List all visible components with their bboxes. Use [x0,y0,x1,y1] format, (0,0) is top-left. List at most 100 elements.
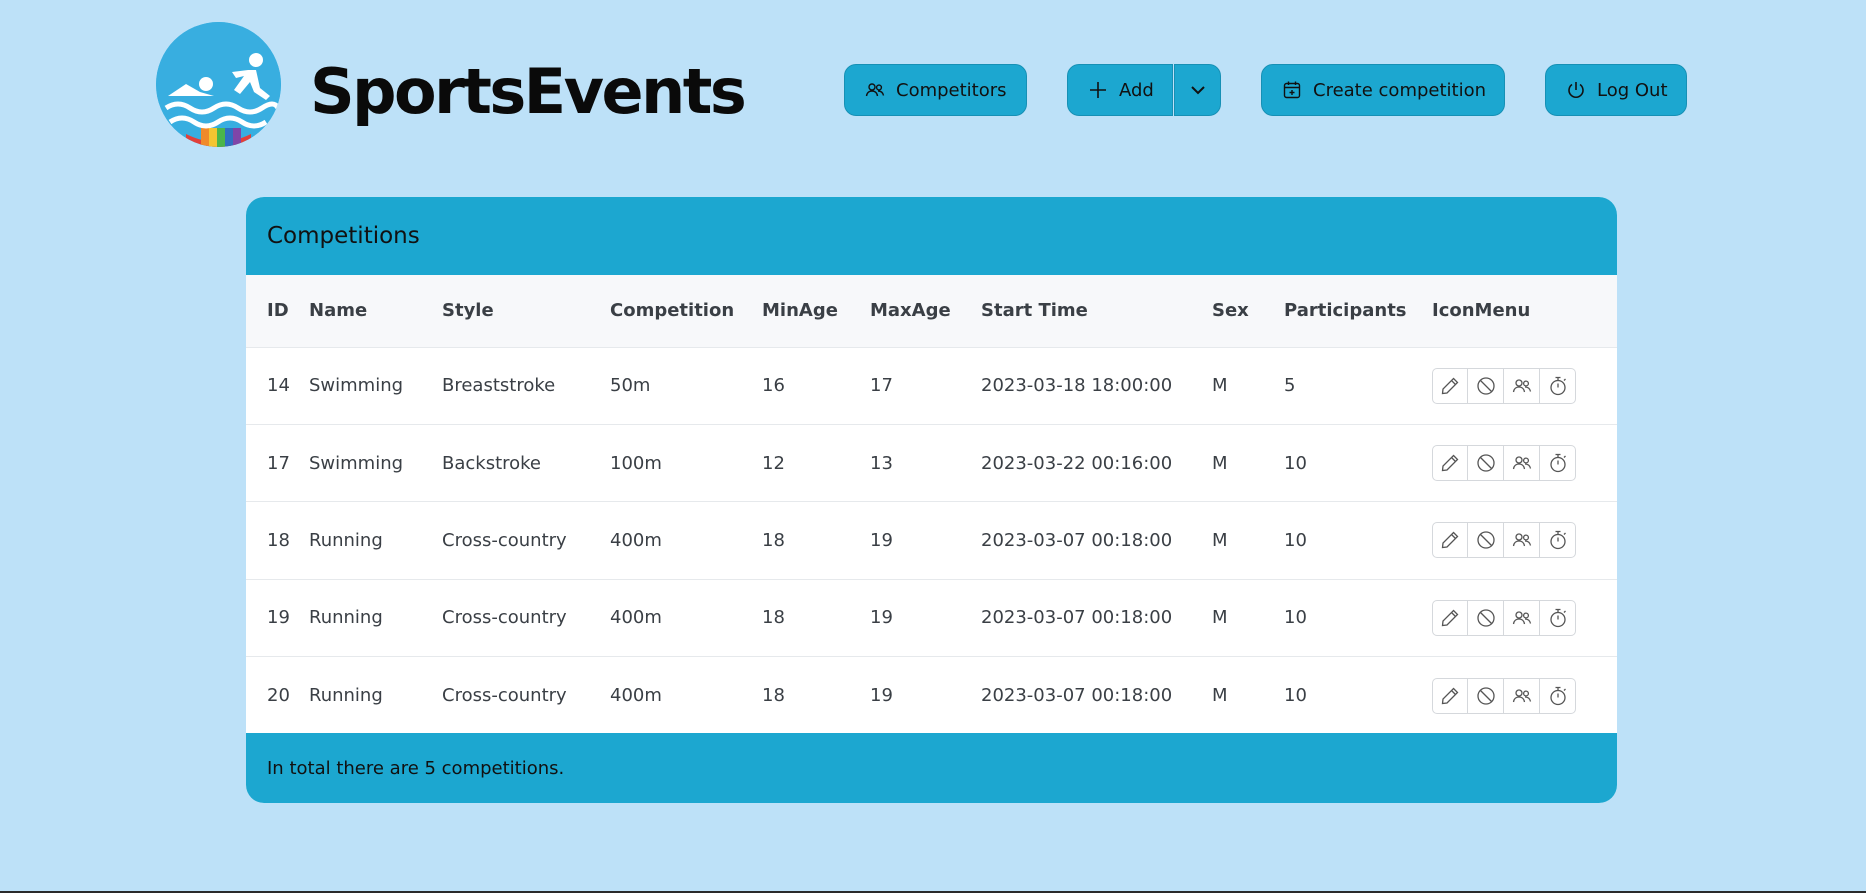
column-header: ID [267,300,289,322]
cell-competition: 400m [610,685,662,706]
cell-icon-menu [1432,347,1617,424]
cell-icon-menu [1432,424,1617,501]
competitors-button[interactable]: Competitors [844,64,1027,116]
ban-button[interactable] [1468,677,1504,714]
pencil-button[interactable] [1432,677,1468,714]
cell-style: Breaststroke [442,375,556,397]
cell-name: Running [309,685,383,706]
cell-competition: 50m [610,375,651,397]
table-row: 20 Running Cross-country 400m 18 19 2023-03-07… [246,656,1617,734]
competitors-label: Competitors [896,79,1007,101]
cell-competition: 400m [610,607,662,629]
cell-participants: 10 [1284,452,1307,474]
ban-button[interactable] [1468,599,1504,636]
cell-name: Swimming [309,375,404,397]
column-header: Competition [610,300,735,322]
cell-id: 19 [267,607,290,629]
ban-icon [1476,609,1495,627]
pencil-button[interactable] [1432,522,1468,559]
cell-sex: M [1212,529,1228,551]
people-button[interactable] [1504,367,1540,404]
column-header: Start Time [981,300,1088,322]
stopwatch-button[interactable] [1540,522,1576,559]
stopwatch-icon [1549,376,1566,395]
table-row: 18 Running Cross-country 400m 18 19 2023-03-07… [246,501,1617,579]
cell-participants: 10 [1284,607,1307,629]
people-icon [1512,379,1531,392]
cell-start-time: 2023-03-07 00:18:00 [981,685,1173,706]
cell-start-time: 2023-03-07 00:18:00 [981,607,1173,629]
ban-icon [1476,531,1495,550]
cell-participants: 10 [1284,529,1307,551]
cell-id: 18 [267,529,290,551]
card-title: Competitions [246,197,1617,275]
cell-competition: 400m [610,529,662,551]
calendar-plus-icon [1283,81,1301,99]
card-footer: In total there are 5 competitions. [246,733,1617,803]
cell-id: 20 [267,685,290,706]
pencil-icon [1441,532,1459,549]
add-dropdown-toggle[interactable] [1174,64,1221,116]
cell-sex: M [1212,685,1228,706]
people-button[interactable] [1504,677,1540,714]
add-label: Add [1119,79,1154,101]
pencil-button[interactable] [1432,599,1468,636]
ban-button[interactable] [1468,367,1504,404]
column-header: MinAge [762,300,838,322]
competitions-card: Competitions ID Name Style Competition M… [246,197,1617,803]
cell-min-age: 18 [762,607,785,629]
people-icon [865,83,885,97]
cell-min-age: 18 [762,685,785,706]
column-header: Participants [1284,300,1407,322]
cell-name: Swimming [309,452,404,474]
cell-participants: 5 [1284,375,1296,397]
row-icon-menu [1432,445,1617,482]
table-header-row: ID Name Style Competition MinAge MaxAge … [246,275,1617,347]
pencil-icon [1441,687,1459,704]
pencil-icon [1441,609,1459,627]
chevron-down-icon [1190,86,1205,95]
competitions-table: ID Name Style Competition MinAge MaxAge … [246,275,1617,734]
logout-button[interactable]: Log Out [1545,64,1687,116]
plus-icon [1090,82,1106,98]
cell-sex: M [1212,452,1228,474]
pencil-button[interactable] [1432,367,1468,404]
cell-id: 17 [267,452,290,474]
table-row: 19 Running Cross-country 400m 18 19 2023-03-07… [246,579,1617,656]
stopwatch-button[interactable] [1540,445,1576,482]
column-header: Style [442,300,494,322]
cell-min-age: 12 [762,452,785,474]
cell-icon-menu [1432,579,1617,656]
people-button[interactable] [1504,599,1540,636]
cell-start-time: 2023-03-18 18:00:00 [981,375,1173,397]
column-header: IconMenu [1432,300,1531,322]
sportsevents-logo-icon[interactable] [156,22,281,147]
row-icon-menu [1432,677,1617,714]
cell-sex: M [1212,607,1228,629]
cell-max-age: 19 [870,529,893,551]
ban-button[interactable] [1468,522,1504,559]
pencil-icon [1441,454,1459,472]
pencil-button[interactable] [1432,445,1468,482]
pencil-icon [1441,377,1459,394]
power-icon [1568,82,1584,98]
stopwatch-icon [1549,453,1566,473]
create-competition-button[interactable]: Create competition [1261,64,1505,116]
ban-button[interactable] [1468,445,1504,482]
add-button[interactable]: Add [1067,64,1173,116]
people-icon [1512,688,1531,702]
cell-style: Cross-country [442,685,567,706]
row-icon-menu [1432,599,1617,636]
stopwatch-button[interactable] [1540,677,1576,714]
people-icon [1512,611,1531,624]
ban-icon [1476,686,1495,705]
stopwatch-button[interactable] [1540,367,1576,404]
ban-icon [1476,377,1495,395]
table-row: 14 Swimming Breaststroke 50m 16 17 2023-03-18 … [246,347,1617,424]
people-button[interactable] [1504,522,1540,559]
cell-name: Running [309,529,383,551]
cell-competition: 100m [610,452,662,474]
stopwatch-icon [1549,686,1566,705]
people-button[interactable] [1504,445,1540,482]
stopwatch-button[interactable] [1540,599,1576,636]
